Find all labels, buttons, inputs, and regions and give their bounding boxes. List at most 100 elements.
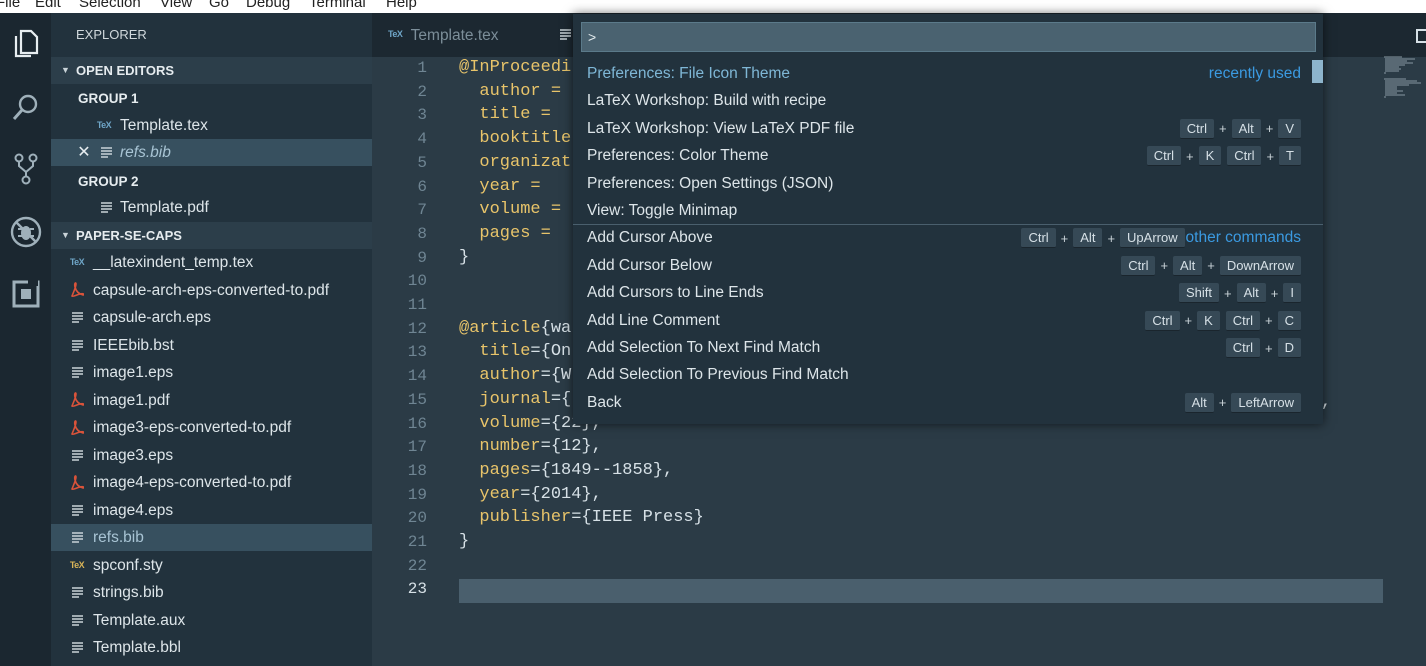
menu-view[interactable]: View [160, 0, 192, 12]
file-tree-item[interactable]: Template.bbl [51, 634, 372, 661]
command-item[interactable]: Add Line Comment Ctrl + K Ctrl + C [573, 307, 1323, 334]
command-item[interactable]: View: Toggle Minimap [573, 197, 1323, 224]
command-item[interactable]: Preferences: Open Settings (JSON) [573, 170, 1323, 197]
search-icon[interactable] [0, 84, 51, 130]
command-item[interactable]: Add Cursors to Line Ends Shift + Alt + I [573, 279, 1323, 306]
group-2-label: GROUP 2 [78, 174, 139, 189]
line-number: 15 [407, 390, 427, 409]
code-keyword: number [459, 437, 541, 457]
command-item[interactable]: LaTeX Workshop: Build with recipe [573, 87, 1323, 114]
open-editor-item[interactable]: TeX Template.tex [51, 112, 372, 139]
palette-scrollbar[interactable] [1312, 60, 1323, 83]
file-tree-item[interactable]: refs.bib [51, 524, 372, 551]
key-cap: Alt [1173, 255, 1203, 276]
open-editor-item[interactable]: Template.pdf [51, 194, 372, 221]
open-editors-header[interactable]: ▼ OPEN EDITORS [51, 57, 372, 84]
file-name: capsule-arch-eps-converted-to.pdf [93, 281, 330, 299]
document-icon [69, 304, 85, 331]
extensions-icon[interactable] [0, 271, 51, 317]
code-line: journal={ [459, 390, 571, 409]
plus-separator: + [1265, 340, 1273, 356]
file-tree-item[interactable]: image3.eps [51, 442, 372, 469]
key-cap: Alt [1236, 283, 1266, 304]
key-cap: Alt [1073, 228, 1103, 249]
code-keyword: title = [459, 105, 562, 125]
chevron-down-icon: ▼ [61, 65, 70, 75]
tex-file-icon: TeX [96, 120, 112, 130]
key-cap: C [1277, 310, 1301, 331]
file-tree-item[interactable]: image1.pdf [51, 387, 372, 414]
menu-selection[interactable]: Selection [79, 0, 141, 12]
file-name: IEEEbib.bst [93, 336, 174, 354]
code-line: author = [459, 82, 571, 101]
tab-refs-bib[interactable] [560, 13, 571, 57]
line-number: 17 [407, 438, 427, 457]
document-icon [69, 579, 85, 606]
document-icon [69, 524, 85, 551]
file-name: image3-eps-converted-to.pdf [93, 419, 292, 436]
command-palette-input[interactable] [581, 22, 1316, 52]
close-icon[interactable]: ✕ [76, 139, 92, 166]
file-tree-item[interactable]: Template.aux [51, 607, 372, 634]
code-line: pages={1849--1858}, [459, 461, 673, 480]
chevron-down-icon: ▼ [61, 230, 70, 240]
keybinding: Ctrl + K Ctrl + C [1145, 310, 1301, 331]
file-name: spconf.sty [93, 556, 163, 574]
key-cap: K [1197, 310, 1220, 331]
line-number: 1 [417, 59, 427, 77]
debug-icon[interactable] [0, 209, 51, 255]
folder-header[interactable]: ▼ PAPER-SE-CAPS [51, 222, 372, 249]
file-tree-item[interactable]: TeX __latexindent_temp.tex [51, 249, 372, 276]
line-number: 2 [417, 82, 427, 101]
key-cap: Ctrl [1121, 255, 1156, 276]
code-line: title={On [459, 342, 571, 361]
command-item[interactable]: Add Selection To Previous Find Match [573, 361, 1323, 388]
file-name: refs.bib [93, 529, 144, 546]
plus-separator: + [1060, 230, 1069, 246]
pdf-file-icon [69, 414, 85, 441]
split-editor-icon[interactable] [1416, 29, 1426, 43]
file-name: capsule-arch.eps [93, 309, 212, 326]
menu-go[interactable]: Go [209, 0, 229, 12]
menu-debug[interactable]: Debug [246, 0, 290, 12]
line-number: 20 [407, 509, 427, 528]
file-tree-item[interactable]: image3-eps-converted-to.pdf [51, 414, 372, 441]
menu-file[interactable]: File [0, 0, 20, 12]
line-number: 23 [407, 580, 427, 599]
code-line: } [459, 532, 469, 551]
code-text: ={ [550, 389, 572, 409]
file-tree-item[interactable]: capsule-arch-eps-converted-to.pdf [51, 277, 372, 304]
tab-template-tex[interactable]: TeX Template.tex [388, 13, 499, 57]
code-keyword: pages [459, 460, 531, 480]
code-keyword: publisher [459, 508, 572, 528]
command-label: View: Toggle Minimap [587, 202, 738, 219]
command-item[interactable]: Preferences: Color Theme Ctrl + K Ctrl + T [573, 142, 1323, 169]
open-editor-item[interactable]: ✕ refs.bib [51, 139, 372, 166]
code-line: number={12}, [459, 437, 601, 457]
plus-separator: + [1265, 313, 1273, 329]
file-tree-item[interactable]: image4-eps-converted-to.pdf [51, 469, 372, 496]
source-control-icon[interactable] [0, 146, 51, 192]
menu-terminal[interactable]: Terminal [309, 0, 366, 12]
command-item[interactable]: Add Cursor Below Ctrl + Alt + DownArrow [573, 252, 1323, 279]
files-icon[interactable] [0, 21, 51, 67]
file-tree-item[interactable]: image1.eps [51, 359, 372, 386]
menu-edit[interactable]: Edit [35, 0, 61, 12]
command-item[interactable]: Back Alt + LeftArrow [573, 389, 1323, 416]
file-tree-item[interactable]: IEEEbib.bst [51, 332, 372, 359]
file-tree-item[interactable]: TeX spconf.sty [51, 552, 372, 579]
file-tree-item[interactable]: capsule-arch.eps [51, 304, 372, 331]
command-item[interactable]: Add Cursor Above other commands Ctrl + Alt + U… [573, 224, 1323, 251]
command-item[interactable]: Add Selection To Next Find Match Ctrl + D [573, 334, 1323, 361]
key-cap: DownArrow [1219, 255, 1301, 276]
menu-help[interactable]: Help [386, 0, 417, 12]
document-icon [98, 139, 114, 166]
command-item[interactable]: Preferences: File Icon Theme recently use… [573, 60, 1323, 87]
file-tree-item[interactable]: image4.eps [51, 497, 372, 524]
file-name: image4-eps-converted-to.pdf [93, 474, 292, 491]
code-keyword: year [459, 484, 521, 504]
file-tree-item[interactable]: strings.bib [51, 579, 372, 606]
command-item[interactable]: LaTeX Workshop: View LaTeX PDF file Ctrl +… [573, 115, 1323, 142]
line-number: 4 [417, 130, 427, 149]
line-number: 8 [417, 224, 427, 243]
